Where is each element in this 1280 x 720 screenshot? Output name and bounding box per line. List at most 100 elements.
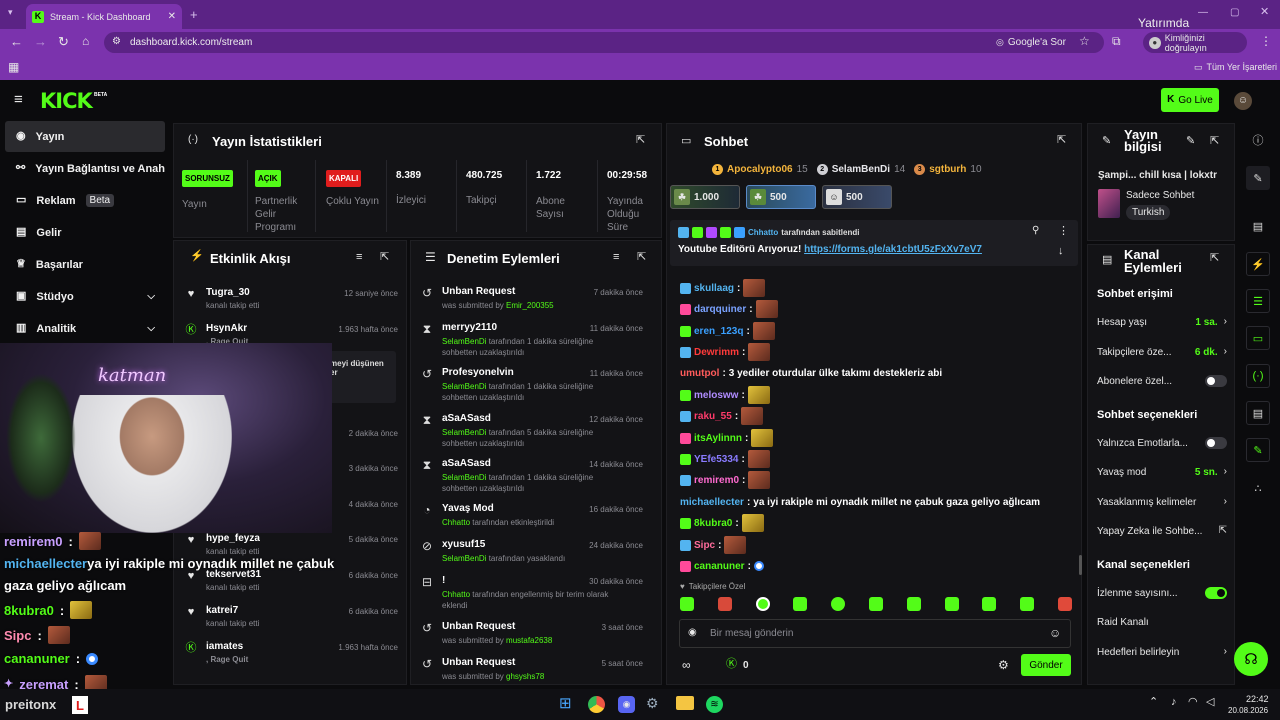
chat-username[interactable]: YEfe5334 bbox=[694, 454, 738, 465]
chat-message[interactable]: raku_55: bbox=[680, 406, 764, 426]
steam-icon[interactable]: ⚙ bbox=[646, 696, 659, 710]
emote-icon[interactable] bbox=[982, 597, 997, 611]
chat-username[interactable]: eren_123q bbox=[694, 326, 743, 337]
sidebar-item-studio[interactable]: ▣ Stüdyo ⌵ bbox=[5, 281, 165, 312]
chat-icon[interactable]: ▭ bbox=[1246, 326, 1270, 350]
edit-icon[interactable]: ✎ bbox=[1186, 136, 1195, 147]
chat-username[interactable]: remirem0 bbox=[694, 475, 739, 486]
leader-item[interactable]: 2 SelamBenDi 14 bbox=[816, 162, 905, 176]
sidebar-item-stream-key[interactable]: ⚯ Yayın Bağlantısı ve Anahtar bbox=[5, 153, 165, 184]
account-age-row[interactable]: Hesap yaşı 1 sa. › bbox=[1097, 313, 1227, 331]
emote-only-toggle[interactable] bbox=[1205, 437, 1227, 449]
start-icon[interactable]: ⊞ bbox=[559, 696, 572, 711]
goals-row[interactable]: Hedefleri belirleyin › bbox=[1097, 643, 1227, 661]
edit-icon[interactable]: ✎ bbox=[1246, 166, 1270, 190]
event-item[interactable]: ♥ tekservet31 kanalı takip etti 6 dakika… bbox=[174, 569, 408, 605]
microphone-icon[interactable]: ♪ bbox=[1171, 697, 1177, 708]
forward-icon[interactable]: → bbox=[34, 35, 47, 48]
minimize-icon[interactable]: — bbox=[1198, 8, 1208, 18]
chat-username[interactable]: darqquiner bbox=[694, 304, 746, 315]
follower-only-row[interactable]: Takipçilere öze... 6 dk. › bbox=[1097, 343, 1227, 361]
channel-icon[interactable]: ▤ bbox=[1246, 214, 1270, 238]
event-item[interactable]: ♥ katrei7 kanalı takip etti 6 dakika önc… bbox=[174, 605, 408, 641]
emoji-picker-icon[interactable]: ☺ bbox=[1049, 627, 1061, 639]
chat-username[interactable]: 8kubra0 bbox=[694, 518, 732, 529]
lightning-icon[interactable]: ⚡ bbox=[1246, 252, 1270, 276]
popout-icon[interactable]: ⇱ bbox=[636, 135, 645, 146]
chat-message[interactable]: itsAylinnn: bbox=[680, 428, 774, 448]
browser-menu-icon[interactable]: ⋮ bbox=[1260, 35, 1272, 47]
chat-username[interactable]: Dewrimm bbox=[694, 347, 739, 358]
emote-icon[interactable] bbox=[1057, 597, 1072, 611]
chat-message[interactable]: 8kubra0: bbox=[680, 513, 764, 533]
maximize-icon[interactable]: ▢ bbox=[1230, 8, 1239, 18]
apps-grid-icon[interactable]: ▦ bbox=[8, 61, 19, 73]
address-bar[interactable]: ⚙ dashboard.kick.com/stream ◎ Google'a S… bbox=[104, 32, 1104, 53]
slow-mode-row[interactable]: Yavaş mod 5 sn. › bbox=[1097, 463, 1227, 481]
category-name[interactable]: Sadece Sohbet bbox=[1126, 190, 1194, 201]
event-item[interactable]: Ⓚ iamates , Rage Quit 1.963 hafta önce bbox=[174, 641, 408, 677]
popout-icon[interactable]: ⇱ bbox=[380, 252, 389, 263]
emote-only-row[interactable]: Yalnızca Emotlarla... bbox=[1097, 434, 1227, 452]
go-live-button[interactable]: K Go Live bbox=[1161, 88, 1219, 112]
wifi-icon[interactable]: ◠ bbox=[1188, 697, 1198, 708]
site-info-icon[interactable]: ⚙ bbox=[112, 37, 121, 47]
chat-message[interactable]: darqquiner: bbox=[680, 299, 778, 319]
chat-message[interactable]: Sipc: bbox=[680, 535, 747, 555]
chat-username[interactable]: cananuner bbox=[694, 561, 745, 572]
emote-icon[interactable] bbox=[906, 597, 921, 611]
user-avatar[interactable]: ☺ bbox=[1234, 92, 1252, 110]
chat-message[interactable]: YEfe5334: bbox=[680, 449, 770, 469]
language-tag[interactable]: Turkish bbox=[1126, 205, 1171, 220]
more-options-icon[interactable]: ∴ bbox=[1246, 476, 1270, 500]
popout-icon[interactable]: ⇱ bbox=[1057, 135, 1066, 146]
viewer-count-row[interactable]: İzlenme sayısını... bbox=[1097, 584, 1227, 602]
emote-icon[interactable] bbox=[868, 597, 883, 611]
chat-username[interactable]: melosww bbox=[694, 390, 738, 401]
close-tab-icon[interactable]: ✕ bbox=[168, 11, 176, 22]
sub-only-toggle[interactable] bbox=[1205, 375, 1227, 387]
back-icon[interactable]: ← bbox=[10, 35, 23, 48]
chat-username[interactable]: umutpol bbox=[680, 368, 719, 379]
identity-button[interactable]: ● Kimliğinizi doğrulayın bbox=[1143, 32, 1247, 53]
pinned-link[interactable]: https://forms.gle/ak1cbtU5zFxXv7eV7 bbox=[804, 244, 982, 255]
all-bookmarks-button[interactable]: ▭ Tüm Yer İşaretleri bbox=[1194, 62, 1277, 72]
google-ask-button[interactable]: ◎ Google'a Sor bbox=[996, 35, 1066, 50]
pin-icon[interactable]: ⚲ bbox=[1032, 226, 1039, 236]
sub-only-row[interactable]: Abonelere özel... bbox=[1097, 372, 1227, 390]
viewer-count-toggle[interactable] bbox=[1205, 587, 1227, 599]
leader-item[interactable]: 3 sgtburh 10 bbox=[914, 162, 982, 176]
chat-message[interactable]: eren_123q: bbox=[680, 321, 775, 341]
broadcast-icon[interactable]: (·) bbox=[1246, 364, 1270, 388]
emote-icon[interactable] bbox=[793, 597, 808, 611]
home-icon[interactable]: ⌂ bbox=[82, 35, 89, 47]
support-chat-icon[interactable]: ☊ bbox=[1234, 642, 1268, 676]
spotify-icon[interactable]: ≋ bbox=[706, 696, 723, 713]
sidebar-item-ads[interactable]: ▭ Reklam Beta bbox=[5, 185, 165, 216]
pinned-message[interactable]: Chhatto tarafından sabitlendi Youtube Ed… bbox=[670, 220, 1078, 266]
sidebar-item-analytics[interactable]: ▥ Analitik ⌵ bbox=[5, 313, 165, 344]
gift-pill[interactable]: ☘ 1.000 bbox=[670, 185, 740, 209]
sidebar-item-revenue[interactable]: ▤ Gelir bbox=[5, 217, 165, 248]
chat-message[interactable]: melosww: bbox=[680, 385, 770, 405]
new-tab-icon[interactable]: + bbox=[190, 8, 198, 21]
chat-settings-icon[interactable]: ⚙ bbox=[998, 659, 1009, 671]
banned-words-row[interactable]: Yasaklanmış kelimeler › bbox=[1097, 493, 1227, 511]
emote-icon[interactable] bbox=[944, 597, 959, 611]
chat-username[interactable]: itsAylinnn bbox=[694, 433, 742, 444]
chat-message[interactable]: umutpol: 3 yediler oturdular ülke takımı… bbox=[680, 363, 942, 383]
raid-row[interactable]: Raid Kanalı bbox=[1097, 613, 1227, 631]
emote-icon[interactable] bbox=[680, 597, 694, 611]
gift-pill[interactable]: ☺ 500 bbox=[822, 185, 892, 209]
tab-switcher-icon[interactable]: ▾ bbox=[8, 8, 13, 17]
emote-icon[interactable] bbox=[831, 597, 846, 611]
emote-icon[interactable] bbox=[717, 597, 732, 611]
more-icon[interactable]: ⋮ bbox=[1058, 226, 1069, 237]
close-window-icon[interactable]: ✕ bbox=[1260, 7, 1269, 18]
leader-item[interactable]: 1 Apocalypto06 15 bbox=[712, 162, 808, 176]
clock-time[interactable]: 22:42 bbox=[1246, 694, 1269, 704]
reload-icon[interactable]: ↻ bbox=[58, 35, 69, 48]
info-icon[interactable]: ⓘ bbox=[1246, 128, 1270, 152]
kick-logo[interactable]: KICK bbox=[40, 89, 93, 113]
file-explorer-icon[interactable] bbox=[676, 696, 694, 710]
